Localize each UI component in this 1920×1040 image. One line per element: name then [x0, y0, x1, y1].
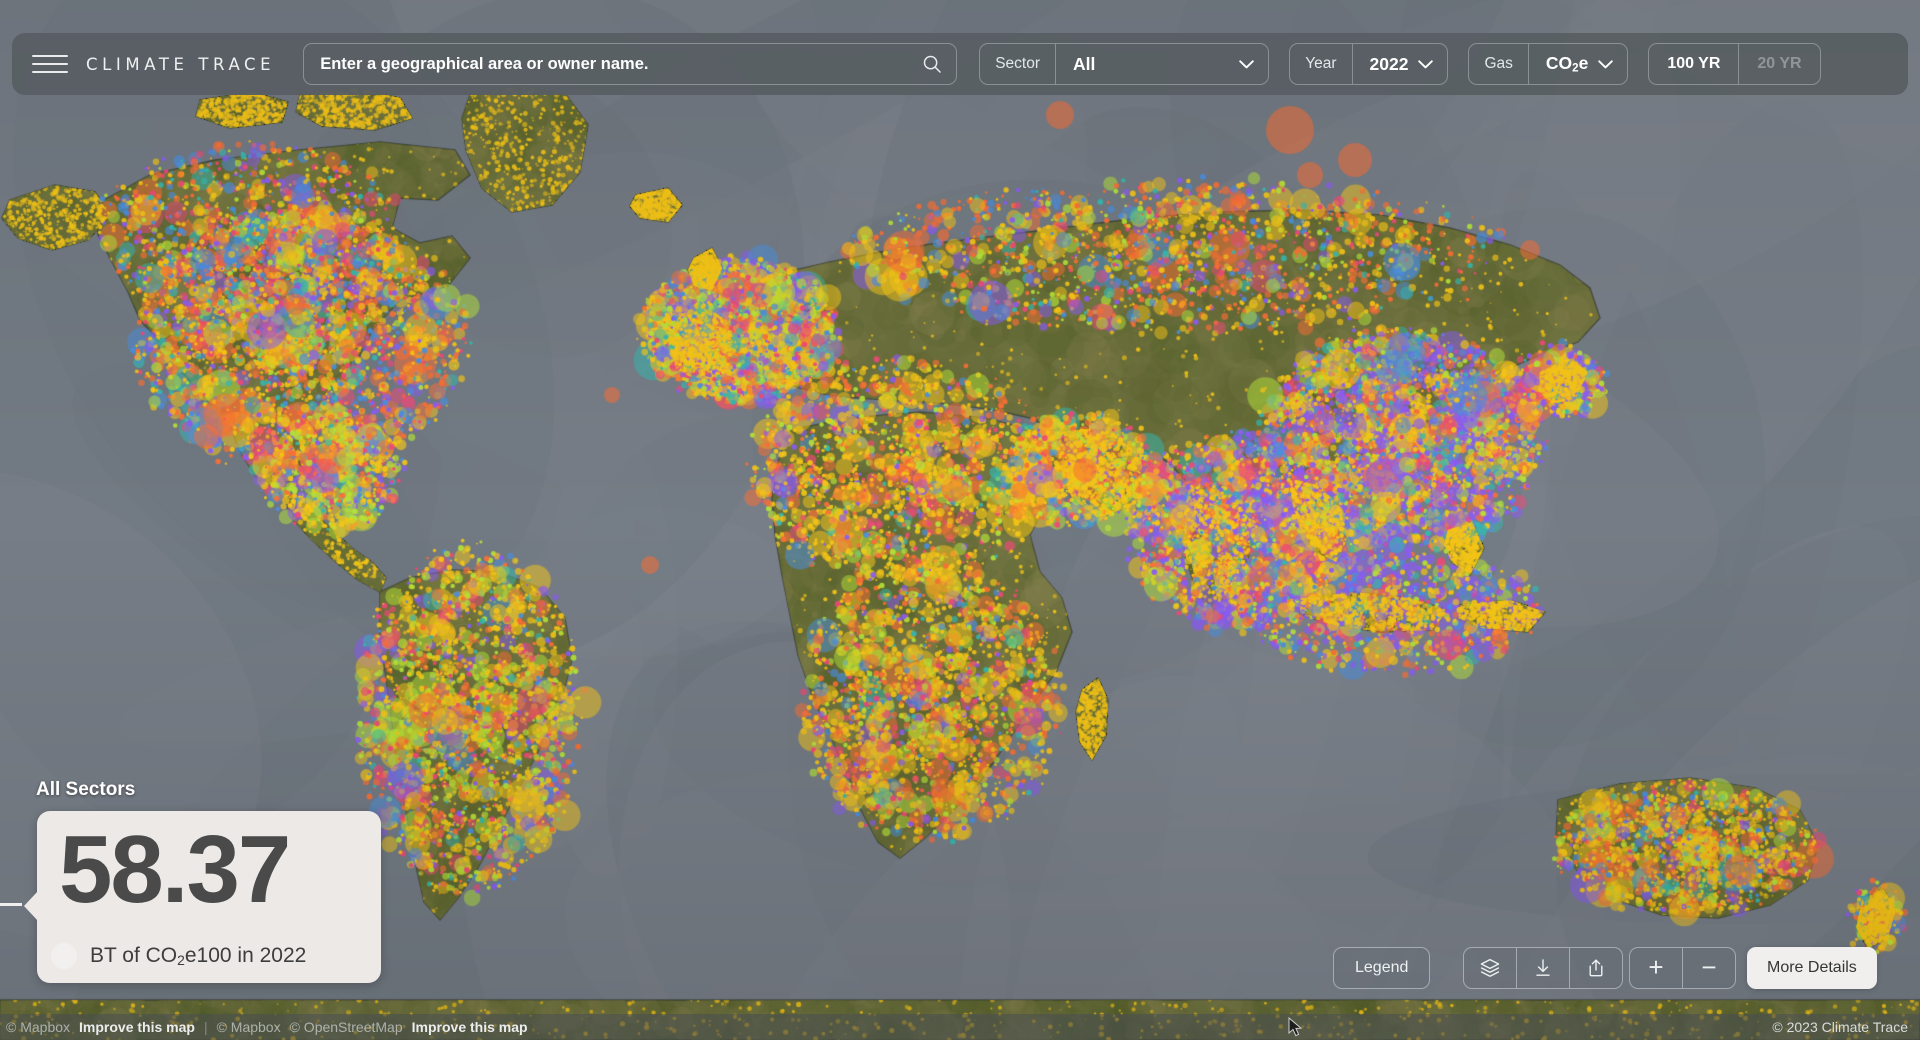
attrib-improve-1[interactable]: Improve this map	[79, 1019, 195, 1035]
sector-label: Sector	[995, 55, 1041, 72]
search-box[interactable]	[303, 43, 958, 85]
search-input[interactable]	[320, 44, 923, 84]
sector-select[interactable]: All	[1056, 44, 1268, 84]
attrib-improve-2[interactable]: Improve this map	[412, 1019, 528, 1035]
divider: |	[203, 1019, 208, 1035]
stat-pointer-line	[0, 903, 22, 906]
gas-select[interactable]: CO2e	[1529, 44, 1627, 84]
emissions-unit-row: BT of CO2e100 in 2022	[51, 943, 306, 969]
legend-label[interactable]: Legend	[1334, 948, 1429, 988]
sector-caption: All Sectors	[36, 779, 136, 800]
stat-card-notch	[24, 891, 38, 921]
mouse-cursor	[1288, 1017, 1303, 1037]
zoom-controls[interactable]: + −	[1629, 947, 1736, 989]
app-header: CLIMATE TRACE Sector All Year 2022 Gas	[12, 33, 1908, 95]
map-tools-group[interactable]	[1463, 947, 1623, 989]
legend-dot-icon	[51, 943, 77, 969]
year-select[interactable]: 2022	[1353, 44, 1448, 84]
emissions-unit: BT of CO2e100 in 2022	[90, 943, 307, 969]
time-horizon-toggle[interactable]: 100 YR 20 YR	[1648, 43, 1821, 85]
zoom-out-button[interactable]: −	[1683, 948, 1735, 988]
more-details-button[interactable]: More Details	[1747, 947, 1877, 989]
emissions-value: 58.37	[59, 816, 291, 923]
brand-logo[interactable]: CLIMATE TRACE	[86, 55, 275, 74]
emissions-stat-card: 58.37 BT of CO2e100 in 2022	[24, 811, 381, 983]
hamburger-menu-icon[interactable]	[32, 49, 68, 79]
attrib-osm[interactable]: © OpenStreetMap	[290, 1019, 403, 1035]
share-upload-icon[interactable]	[1585, 957, 1607, 979]
gas-filter[interactable]: Gas CO2e	[1468, 43, 1629, 85]
sector-value: All	[1073, 53, 1096, 74]
download-button[interactable]	[1517, 948, 1569, 988]
layers-button[interactable]	[1464, 948, 1516, 988]
layers-stack-icon[interactable]	[1479, 957, 1501, 979]
legend-button[interactable]: Legend	[1333, 947, 1431, 989]
horizon-option-100yr[interactable]: 100 YR	[1649, 44, 1738, 84]
horizon-option-20yr[interactable]: 20 YR	[1739, 44, 1819, 84]
chevron-down-icon[interactable]	[1239, 59, 1254, 69]
sector-filter[interactable]: Sector All	[979, 43, 1270, 85]
attribution-bar: © Mapbox Improve this map | © Mapbox © O…	[0, 1014, 1920, 1040]
gas-label: Gas	[1484, 55, 1513, 72]
year-value: 2022	[1369, 53, 1409, 74]
chevron-down-icon[interactable]	[1418, 59, 1434, 69]
year-label: Year	[1305, 55, 1337, 72]
copyright-text: © 2023 Climate Trace	[1772, 1019, 1908, 1035]
search-icon[interactable]	[922, 54, 942, 74]
attrib-mapbox-1[interactable]: © Mapbox	[6, 1019, 70, 1035]
share-button[interactable]	[1570, 948, 1622, 988]
zoom-in-button[interactable]: +	[1630, 948, 1682, 988]
attrib-mapbox-2[interactable]: © Mapbox	[217, 1019, 281, 1035]
chevron-down-icon[interactable]	[1598, 59, 1614, 69]
download-arrow-icon[interactable]	[1532, 957, 1554, 979]
gas-value: CO2e	[1545, 53, 1589, 75]
year-filter[interactable]: Year 2022	[1289, 43, 1449, 85]
